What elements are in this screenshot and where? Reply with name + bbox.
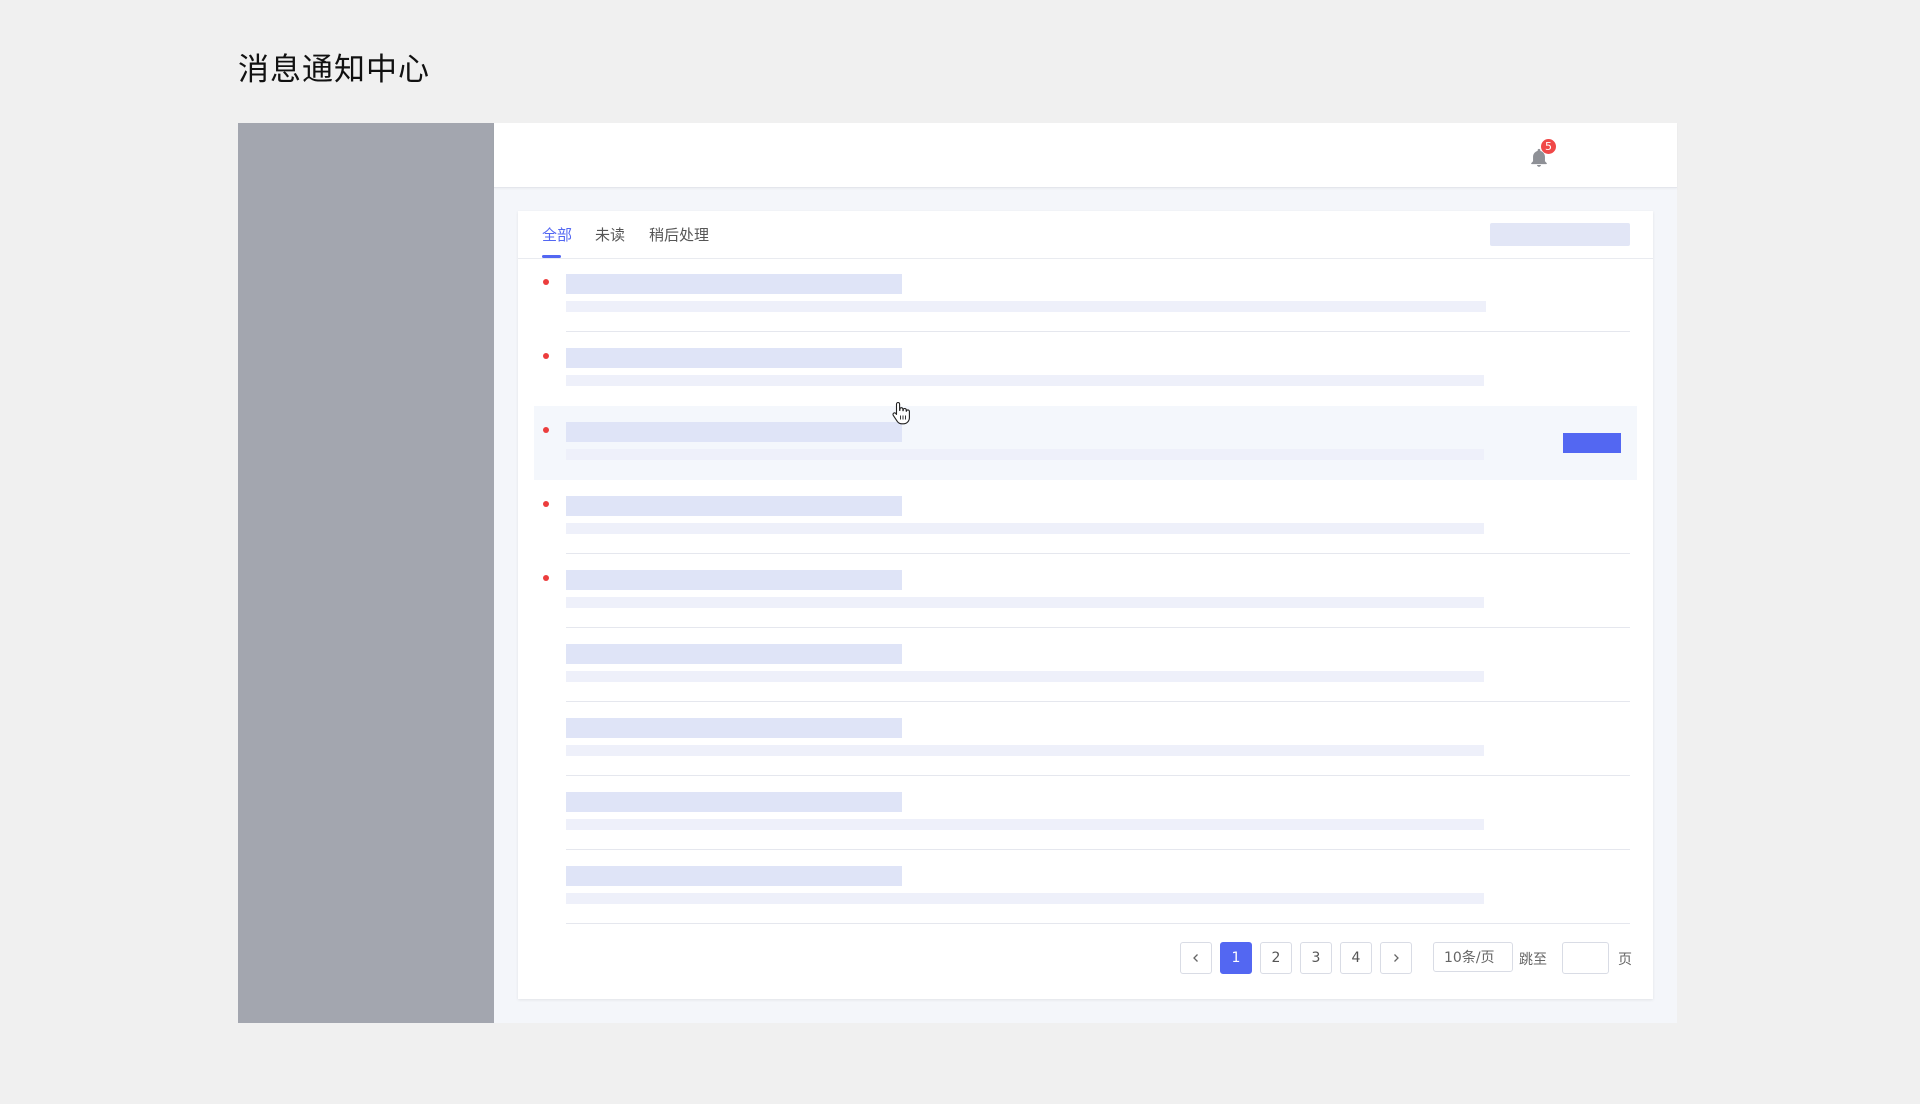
row-hover-background [534, 406, 1637, 480]
tab-all[interactable]: 全部 [542, 224, 572, 245]
prev-page-button[interactable] [1180, 942, 1212, 974]
message-row[interactable] [518, 628, 1653, 702]
page-suffix-label: 页 [1618, 952, 1632, 968]
message-row[interactable] [518, 258, 1653, 332]
row-divider [566, 923, 1630, 924]
message-title-placeholder [566, 274, 902, 294]
message-desc-placeholder [566, 523, 1484, 534]
chevron-left-icon [1193, 954, 1198, 962]
unread-dot [543, 279, 549, 285]
page-button-2[interactable]: 2 [1260, 942, 1292, 974]
message-row[interactable] [518, 554, 1653, 628]
message-row[interactable] [518, 776, 1653, 850]
tab-bar: 全部 未读 稍后处理 [518, 211, 1653, 259]
page-title: 消息通知中心 [238, 52, 430, 88]
main-area: 5 全部 未读 稍后处理 1 2 3 4 10条/页 跳至 页 [494, 123, 1677, 1023]
message-title-placeholder [566, 792, 902, 812]
tab-later[interactable]: 稍后处理 [649, 224, 709, 245]
row-action-button[interactable] [1563, 433, 1621, 453]
message-desc-placeholder [566, 301, 1486, 312]
message-title-placeholder [566, 718, 902, 738]
sidebar [238, 123, 494, 1023]
message-title-placeholder [566, 422, 902, 442]
unread-dot [543, 501, 549, 507]
message-row[interactable] [518, 480, 1653, 554]
unread-dot [543, 353, 549, 359]
page-button-3[interactable]: 3 [1300, 942, 1332, 974]
top-bar: 5 [494, 123, 1677, 188]
message-desc-placeholder [566, 671, 1484, 682]
page-button-4[interactable]: 4 [1340, 942, 1372, 974]
message-desc-placeholder [566, 893, 1484, 904]
page-button-1[interactable]: 1 [1220, 942, 1252, 974]
message-title-placeholder [566, 348, 902, 368]
message-desc-placeholder [566, 745, 1484, 756]
message-row[interactable] [518, 850, 1653, 924]
chevron-right-icon [1394, 954, 1399, 962]
page-size-select[interactable]: 10条/页 [1433, 942, 1513, 972]
jump-to-page-input[interactable] [1562, 942, 1609, 974]
message-desc-placeholder [566, 375, 1484, 386]
message-row[interactable] [518, 332, 1653, 406]
message-title-placeholder [566, 496, 902, 516]
pagination: 1 2 3 4 10条/页 跳至 页 [518, 942, 1653, 974]
next-page-button[interactable] [1380, 942, 1412, 974]
jump-to-label: 跳至 [1519, 952, 1547, 968]
message-title-placeholder [566, 644, 902, 664]
unread-dot [543, 427, 549, 433]
message-row[interactable] [518, 702, 1653, 776]
message-desc-placeholder [566, 597, 1484, 608]
message-row-hovered[interactable] [518, 406, 1653, 480]
notification-count-badge: 5 [1541, 139, 1556, 154]
message-title-placeholder [566, 570, 902, 590]
message-title-placeholder [566, 866, 902, 886]
tab-unread[interactable]: 未读 [595, 224, 625, 245]
message-desc-placeholder [566, 819, 1484, 830]
message-desc-placeholder [566, 449, 1484, 460]
tab-bar-action-placeholder[interactable] [1490, 223, 1630, 246]
unread-dot [543, 575, 549, 581]
notification-card: 全部 未读 稍后处理 1 2 3 4 10条/页 跳至 页 [518, 211, 1653, 999]
